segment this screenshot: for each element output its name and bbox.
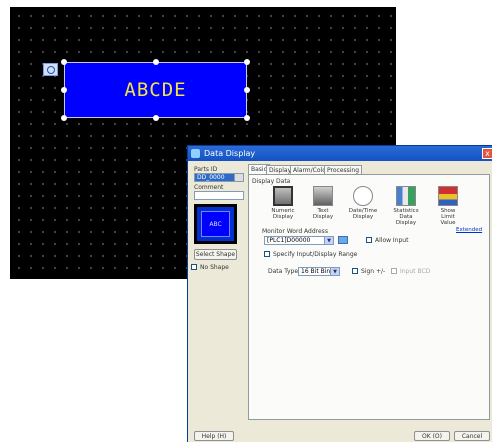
monitor-address-label: Monitor Word Address <box>262 228 328 235</box>
numeric-display-option[interactable]: Numeric Display <box>268 186 298 220</box>
statistics-display-icon <box>396 186 416 206</box>
no-shape-checkbox[interactable] <box>191 264 197 270</box>
part-text: ABCDE <box>124 79 187 101</box>
input-bcd-label: Input BCD <box>400 268 431 275</box>
sign-checkbox[interactable] <box>352 268 358 274</box>
resize-handle-top-right[interactable] <box>244 59 250 65</box>
parts-id-value: DD_0000 <box>197 174 225 181</box>
limit-value-option[interactable]: Show Limit Value <box>433 186 463 226</box>
shape-preview: ABC <box>194 204 237 244</box>
ok-button[interactable]: OK (O) <box>414 431 450 441</box>
numeric-display-label: Numeric Display <box>271 208 295 220</box>
resize-handle-top-mid[interactable] <box>153 59 159 65</box>
statistics-display-option[interactable]: Statistics Data Display <box>391 186 421 226</box>
part-marker-icon[interactable] <box>43 63 58 76</box>
statistics-display-label: Statistics Data Display <box>393 208 419 226</box>
close-button[interactable]: x <box>482 148 492 159</box>
datetime-display-label: Date/Time Display <box>348 208 378 220</box>
allow-input-checkbox[interactable] <box>366 237 372 243</box>
resize-handle-bottom-mid[interactable] <box>153 115 159 121</box>
resize-handle-mid-left[interactable] <box>61 87 67 93</box>
comment-label: Comment <box>194 184 224 191</box>
text-display-label: Text Display <box>312 208 334 220</box>
app-icon <box>191 149 200 158</box>
help-button[interactable]: Help (H) <box>194 431 234 441</box>
data-type-select[interactable]: 16 Bit Bin ▼ <box>298 267 340 276</box>
data-type-value: 16 Bit Bin <box>301 268 331 275</box>
resize-handle-top-left[interactable] <box>61 59 67 65</box>
cancel-button[interactable]: Cancel <box>454 431 490 441</box>
comment-field[interactable] <box>194 191 244 200</box>
text-display-icon <box>313 186 333 206</box>
display-data-label: Display Data <box>252 178 291 185</box>
parts-id-spinner[interactable] <box>234 174 243 181</box>
monitor-address-value: [PLC1]D00000 <box>267 237 311 244</box>
numeric-display-icon <box>273 186 293 206</box>
monitor-address-field[interactable]: [PLC1]D00000 ▼ <box>264 236 334 245</box>
address-input-icon[interactable] <box>338 236 348 244</box>
dialog-titlebar[interactable]: Data Display x <box>188 146 492 161</box>
resize-handle-bottom-left[interactable] <box>61 115 67 121</box>
limit-value-label: Show Limit Value <box>440 208 456 226</box>
sign-label: Sign +/- <box>361 268 386 275</box>
specify-range-label: Specify Input/Display Range <box>273 251 358 258</box>
parts-id-field[interactable]: DD_0000 <box>194 173 244 182</box>
resize-handle-bottom-right[interactable] <box>244 115 250 121</box>
data-display-part[interactable]: ABCDE <box>64 62 247 118</box>
chevron-down-icon[interactable]: ▼ <box>324 237 333 244</box>
resize-handle-mid-right[interactable] <box>244 87 250 93</box>
no-shape-label: No Shape <box>200 264 229 271</box>
data-display-dialog: Data Display x Parts ID DD_0000 Comment … <box>188 146 492 442</box>
data-type-label: Data Type <box>268 268 299 275</box>
select-shape-button[interactable]: Select Shape <box>194 249 237 260</box>
text-display-option[interactable]: Text Display <box>308 186 338 220</box>
extended-link[interactable]: Extended <box>456 227 482 233</box>
datetime-display-icon <box>353 186 373 206</box>
datetime-display-option[interactable]: Date/Time Display <box>348 186 378 220</box>
limit-value-icon <box>438 186 458 206</box>
parts-id-label: Parts ID <box>194 166 218 173</box>
allow-input-label: Allow Input <box>375 237 409 244</box>
dialog-title: Data Display <box>204 149 256 158</box>
chevron-down-icon[interactable]: ▼ <box>330 268 339 275</box>
input-bcd-checkbox <box>391 268 397 274</box>
specify-range-checkbox[interactable] <box>264 251 270 257</box>
preview-text: ABC <box>209 220 222 228</box>
